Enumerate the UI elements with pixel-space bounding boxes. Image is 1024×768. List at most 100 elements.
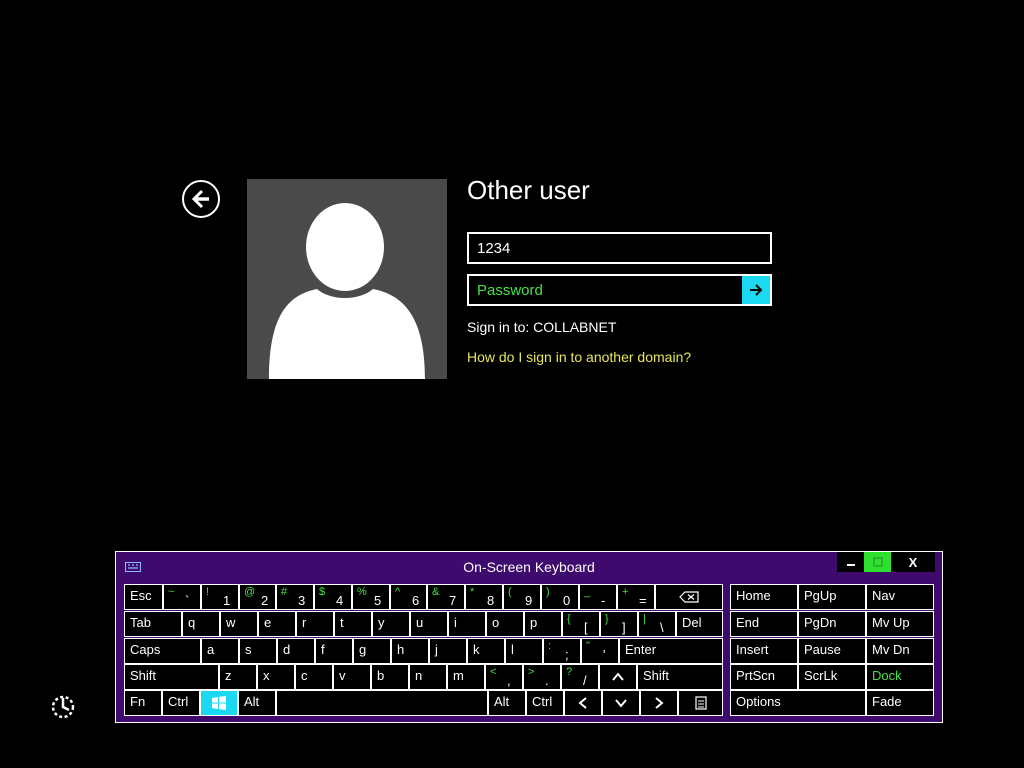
key-esc[interactable]: Esc [124, 584, 163, 610]
key-minus[interactable]: _ - [579, 584, 617, 610]
key-1[interactable]: ! 1 [201, 584, 239, 610]
key-h[interactable]: h [391, 638, 429, 664]
key-dock[interactable]: Dock [866, 664, 934, 690]
key-label: Options [736, 694, 781, 709]
key-w[interactable]: w [220, 611, 258, 637]
key-q[interactable]: q [182, 611, 220, 637]
key-label: i [454, 615, 457, 630]
key-enter[interactable]: Enter [619, 638, 723, 664]
key-i[interactable]: i [448, 611, 486, 637]
key-rbracket[interactable]: }] [600, 611, 638, 637]
key-s[interactable]: s [239, 638, 277, 664]
key-r[interactable]: r [296, 611, 334, 637]
key-k[interactable]: k [467, 638, 505, 664]
key-shift-glyph: $ [319, 586, 326, 598]
key-pgup[interactable]: PgUp [798, 584, 866, 610]
key-9[interactable]: (9 [503, 584, 541, 610]
key-c[interactable]: c [295, 664, 333, 690]
key-6[interactable]: ^ 6 [390, 584, 427, 610]
key-menu[interactable] [678, 690, 723, 716]
key-quote[interactable]: " ' [581, 638, 619, 664]
key-base-glyph: 4 [336, 593, 344, 608]
key-end[interactable]: End [730, 611, 798, 637]
key-y[interactable]: y [372, 611, 410, 637]
key-space[interactable] [276, 690, 488, 716]
key-del[interactable]: Del [676, 611, 723, 637]
key-mv-up[interactable]: Mv Up [866, 611, 934, 637]
key-nav[interactable]: Nav [866, 584, 934, 610]
key-label: r [302, 615, 307, 630]
key-arrow-left[interactable] [564, 690, 602, 716]
key-windows[interactable] [200, 690, 238, 716]
key-label: Ctrl [532, 694, 553, 709]
key-label: h [397, 642, 405, 657]
key-tab[interactable]: Tab [124, 611, 182, 637]
key-label: Ctrl [168, 694, 189, 709]
key-0[interactable]: ) 0 [541, 584, 579, 610]
key-shift-glyph: : [548, 640, 552, 652]
key-f[interactable]: f [315, 638, 353, 664]
key-fade[interactable]: Fade [866, 690, 934, 716]
key-fn[interactable]: Fn [124, 690, 162, 716]
key-n[interactable]: n [409, 664, 447, 690]
key-slash[interactable]: ? / [561, 664, 599, 690]
key-ctrl[interactable]: Ctrl [162, 690, 200, 716]
key-scrlk[interactable]: ScrLk [798, 664, 866, 690]
minimize-button[interactable] [837, 552, 864, 572]
key-alt[interactable]: Alt [238, 690, 276, 716]
restore-button[interactable] [864, 552, 891, 572]
key-mv-dn[interactable]: Mv Dn [866, 638, 934, 664]
key-arrow-down[interactable] [602, 690, 640, 716]
key-2[interactable]: @2 [239, 584, 276, 610]
key-home[interactable]: Home [730, 584, 798, 610]
key-insert[interactable]: Insert [730, 638, 798, 664]
key-label: o [492, 615, 500, 630]
key-backspace[interactable] [655, 584, 723, 610]
key-u[interactable]: u [410, 611, 448, 637]
key-z[interactable]: z [219, 664, 257, 690]
key-m[interactable]: m [447, 664, 485, 690]
key-4[interactable]: $4 [314, 584, 352, 610]
key-arrow-up[interactable] [599, 664, 637, 690]
key-d[interactable]: d [277, 638, 315, 664]
key-g[interactable]: g [353, 638, 391, 664]
key-arrow-right[interactable] [640, 690, 678, 716]
key-p[interactable]: p [524, 611, 562, 637]
key-caps[interactable]: Caps [124, 638, 201, 664]
key-backtick[interactable]: ~ ` [163, 584, 201, 610]
key-j[interactable]: j [429, 638, 467, 664]
password-input[interactable] [467, 274, 772, 306]
key-shift[interactable]: Shift [124, 664, 219, 690]
key-comma[interactable]: <, [485, 664, 523, 690]
key-semicolon[interactable]: :; [543, 638, 581, 664]
ease-of-access-icon[interactable] [50, 694, 76, 720]
key-prtscn[interactable]: PrtScn [730, 664, 798, 690]
back-button[interactable] [182, 180, 220, 218]
domain-help-link[interactable]: How do I sign in to another domain? [467, 349, 691, 365]
key-pause[interactable]: Pause [798, 638, 866, 664]
key-period[interactable]: >. [523, 664, 561, 690]
close-button[interactable]: X [891, 552, 935, 572]
key-equals[interactable]: + = [617, 584, 655, 610]
key-7[interactable]: & 7 [427, 584, 465, 610]
key-options[interactable]: Options [730, 690, 866, 716]
submit-button[interactable] [742, 276, 770, 304]
key-alt[interactable]: Alt [488, 690, 526, 716]
key-l[interactable]: l [505, 638, 543, 664]
key-pgdn[interactable]: PgDn [798, 611, 866, 637]
key-5[interactable]: % 5 [352, 584, 390, 610]
key-ctrl[interactable]: Ctrl [526, 690, 564, 716]
username-input[interactable] [467, 232, 772, 264]
key-a[interactable]: a [201, 638, 239, 664]
key-b[interactable]: b [371, 664, 409, 690]
key-e[interactable]: e [258, 611, 296, 637]
key-o[interactable]: o [486, 611, 524, 637]
key-x[interactable]: x [257, 664, 295, 690]
key-t[interactable]: t [334, 611, 372, 637]
key-v[interactable]: v [333, 664, 371, 690]
key-backslash[interactable]: | \ [638, 611, 676, 637]
key-8[interactable]: * 8 [465, 584, 503, 610]
key-3[interactable]: #3 [276, 584, 314, 610]
key-lbracket[interactable]: {[ [562, 611, 600, 637]
key-shift[interactable]: Shift [637, 664, 723, 690]
